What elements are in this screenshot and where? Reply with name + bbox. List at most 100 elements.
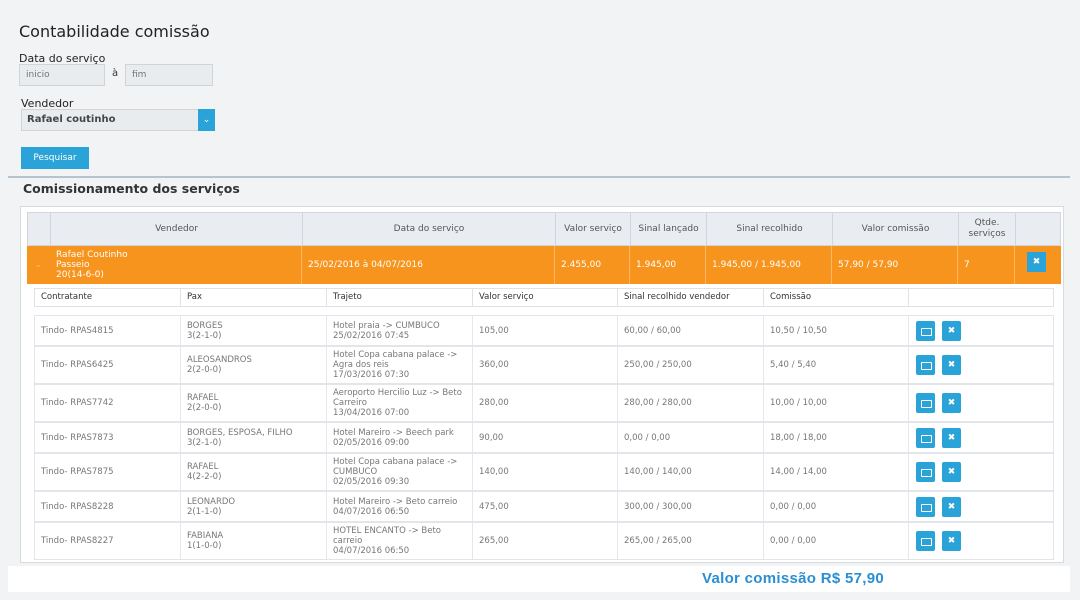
trajeto-date: 13/04/2016 07:00 [333,408,410,418]
table-row: Tindo- RPAS7742 RAFAEL 2(2-0-0) Aeroporto H… [34,384,1054,422]
comissao-text: 14,00 / 14,00 [770,467,827,477]
contratante-text: Tindo- RPAS7873 [41,432,114,443]
end-date-input[interactable] [125,64,213,86]
cell-pax: FABIANA 1(1-0-0) [181,523,327,559]
pax-count: 4(2-2-0) [187,472,222,482]
sinal-text: 265,00 / 265,00 [624,536,692,546]
contratante-text: Tindo- RPAS7875 [41,467,114,477]
detail-header-contratante: Contratante [35,289,181,306]
close-icon[interactable]: ✖ [942,393,961,413]
money-icon[interactable] [916,393,935,413]
money-icon[interactable] [916,355,935,375]
sinal-text: 300,00 / 300,00 [624,501,692,512]
valor-text: 105,00 [479,325,509,336]
close-icon[interactable]: ✖ [942,321,961,341]
money-icon[interactable] [916,531,935,551]
chevron-down-icon[interactable]: ⌄ [35,260,42,269]
comissao-text: 0,00 / 0,00 [770,536,817,546]
summary-vendedor-pax: 20(14-6-0) [56,270,104,280]
money-icon[interactable] [916,462,935,482]
close-icon[interactable]: ✖ [942,462,961,482]
valor-text: 360,00 [479,360,509,370]
section-title: Comissionamento dos serviços [23,181,240,196]
sinal-text: 140,00 / 140,00 [624,467,692,477]
comissao-text: 10,00 / 10,00 [770,398,827,408]
cell-comissao: 0,00 / 0,00 [764,492,909,521]
table-header: Vendedor Data do serviço Valor serviço S… [27,212,1061,246]
cell-contratante: Tindo- RPAS7742 [35,385,181,421]
close-icon[interactable]: ✖ [942,531,961,551]
detail-header: Contratante Pax Trajeto Valor serviço Si… [34,288,1054,307]
cell-contratante: Tindo- RPAS7873 [35,423,181,452]
divider [8,176,1070,178]
chevron-down-icon[interactable]: ⌄ [198,109,215,131]
pax-name: BORGES, ESPOSA, FILHO [187,427,293,438]
remove-button[interactable]: ✖ [1027,252,1046,272]
trajeto-text: HOTEL ENCANTO -> Beto [333,526,441,536]
cell-valor: 265,00 [473,523,618,559]
header-sinal-recolhido: Sinal recolhido [707,213,833,245]
summary-valor: 2.455,00 [555,246,630,284]
header-sinal-lancado: Sinal lançado [631,213,707,245]
contratante-text: Tindo- RPAS8228 [41,501,114,512]
comissao-text: 0,00 / 0,00 [770,501,817,512]
sinal-text: 280,00 / 280,00 [624,398,692,408]
close-icon[interactable]: ✖ [942,428,961,448]
cell-pax: RAFAEL 4(2-2-0) [181,454,327,490]
valor-text: 90,00 [479,432,504,443]
cell-valor: 105,00 [473,316,618,345]
money-icon[interactable] [916,321,935,341]
table-row: Tindo- RPAS6425 ALEOSANDROS 2(2-0-0) Hotel … [34,346,1054,384]
start-date-input[interactable] [19,64,105,86]
detail-header-valor: Valor serviço [473,289,618,306]
summary-row[interactable]: ⌄ Rafael Coutinho Passeio 20(14-6-0) 25/… [27,246,1061,284]
contratante-text: Tindo- RPAS8227 [41,536,114,546]
contratante-text: Tindo- RPAS4815 [41,325,114,336]
detail-header-pax: Pax [181,289,327,306]
trajeto-date: 17/03/2016 07:30 [333,370,410,380]
trajeto-text-cont: CUMBUCO [333,467,378,477]
cell-contratante: Tindo- RPAS7875 [35,454,181,490]
trajeto-text: Hotel Mareiro -> Beech park [333,427,454,438]
pax-name: RAFAEL [187,393,219,403]
summary-sinal-lancado: 1.945,00 [630,246,706,284]
cell-comissao: 14,00 / 14,00 [764,454,909,490]
pax-count: 1(1-0-0) [187,541,222,551]
cell-contratante: Tindo- RPAS8227 [35,523,181,559]
trajeto-date: 04/07/2016 06:50 [333,506,410,517]
contratante-text: Tindo- RPAS7742 [41,398,114,408]
cell-sinal: 140,00 / 140,00 [618,454,764,490]
cell-contratante: Tindo- RPAS4815 [35,316,181,345]
money-icon[interactable] [916,428,935,448]
header-valor: Valor serviço [556,213,631,245]
pax-name: LEONARDO [187,496,236,507]
table-row: Tindo- RPAS7873 BORGES, ESPOSA, FILHO 3(2-… [34,422,1054,453]
cell-comissao: 10,50 / 10,50 [764,316,909,345]
close-icon[interactable]: ✖ [942,497,961,517]
cell-valor: 475,00 [473,492,618,521]
cell-trajeto: Hotel Copa cabana palace -> CUMBUCO 02/05/… [327,454,473,490]
cell-pax: LEONARDO 2(1-1-0) [181,492,327,521]
table-row: Tindo- RPAS8228 LEONARDO 2(1-1-0) Hotel Mar… [34,491,1054,522]
seller-select[interactable]: Rafael coutinho ⌄ [21,109,215,131]
search-button[interactable]: Pesquisar [21,147,89,169]
cell-valor: 280,00 [473,385,618,421]
pax-name: RAFAEL [187,462,219,472]
cell-comissao: 10,00 / 10,00 [764,385,909,421]
cell-sinal: 265,00 / 265,00 [618,523,764,559]
trajeto-text-cont: Agra dos reis [333,360,389,370]
pax-count: 2(1-1-0) [187,506,222,517]
commission-panel: Vendedor Data do serviço Valor serviço S… [20,206,1064,563]
footer-bar [8,566,1070,592]
trajeto-text-cont: Carreiro [333,398,367,408]
close-icon[interactable]: ✖ [942,355,961,375]
trajeto-date: 04/07/2016 06:50 [333,546,410,556]
detail-header-trajeto: Trajeto [327,289,473,306]
cell-contratante: Tindo- RPAS8228 [35,492,181,521]
trajeto-date: 25/02/2016 07:45 [333,330,410,341]
summary-vendedor: Rafael Coutinho Passeio 20(14-6-0) [50,246,302,284]
money-icon[interactable] [916,497,935,517]
pax-name: FABIANA [187,531,224,541]
summary-vendedor-type: Passeio [56,260,90,270]
cell-comissao: 0,00 / 0,00 [764,523,909,559]
